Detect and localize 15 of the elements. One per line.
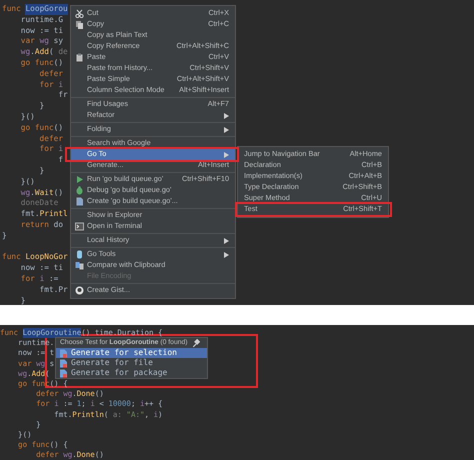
play-icon [75, 175, 84, 184]
pin-icon [191, 338, 200, 348]
clipboard-icon [75, 53, 84, 62]
test-file-icon [59, 368, 68, 378]
bug-icon [75, 186, 84, 195]
scissors-icon [75, 9, 84, 18]
popup-item[interactable]: Generate for file [56, 358, 207, 368]
test-file-icon [59, 348, 68, 358]
copy-icon [75, 20, 84, 29]
popup-item[interactable]: Generate for package [56, 368, 207, 378]
terminal-icon [75, 222, 84, 231]
test-file-icon [59, 358, 68, 368]
compare-icon [75, 261, 84, 270]
file-icon [75, 197, 84, 206]
popup-item[interactable]: Generate for selection [56, 348, 207, 358]
